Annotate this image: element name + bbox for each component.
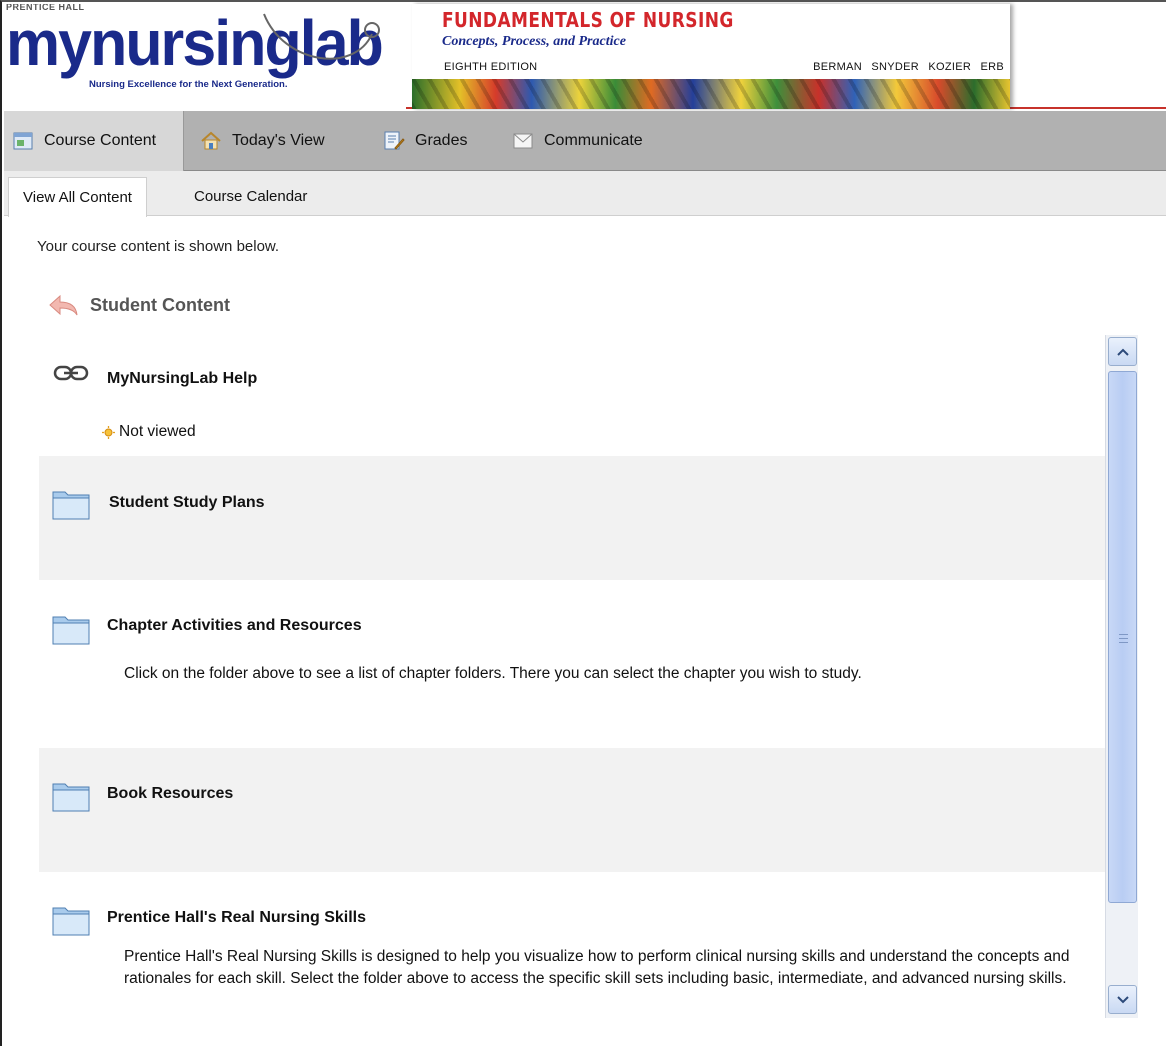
scroll-grip-icon xyxy=(1119,634,1128,643)
nav-label: Today's View xyxy=(232,132,325,149)
book-banner: FUNDAMENTALS OF NURSING Concepts, Proces… xyxy=(412,4,1010,109)
folder-icon[interactable] xyxy=(52,904,90,936)
intro-text: Your course content is shown below. xyxy=(37,238,280,255)
folder-icon[interactable] xyxy=(52,613,90,645)
nav-communicate[interactable]: Communicate xyxy=(512,111,643,171)
nav-todays-view[interactable]: Today's View xyxy=(200,111,325,171)
tab-label: View All Content xyxy=(23,189,132,206)
section-title: Student Content xyxy=(90,294,230,315)
home-icon xyxy=(200,130,222,152)
nav-label: Course Content xyxy=(44,132,157,149)
nav-grades[interactable]: Grades xyxy=(383,111,467,171)
header-banner: PRENTICE HALL mynursinglab Nursing Excel… xyxy=(4,4,1166,109)
chevron-up-icon xyxy=(1116,348,1129,356)
item-title-real-nursing-skills[interactable]: Prentice Hall's Real Nursing Skills xyxy=(107,909,366,927)
folder-icon[interactable] xyxy=(52,780,90,812)
content-tabs: View All Content Course Calendar xyxy=(4,171,1166,217)
sun-status-icon xyxy=(102,425,115,439)
back-arrow-icon xyxy=(49,294,78,316)
book-subtitle: Concepts, Process, and Practice xyxy=(442,34,626,49)
view-status: Not viewed xyxy=(102,423,196,441)
item-title-chapter-activities[interactable]: Chapter Activities and Resources xyxy=(107,617,362,635)
book-cover-art xyxy=(412,79,1010,109)
course-content-icon xyxy=(12,130,34,152)
scroll-up-button[interactable] xyxy=(1108,337,1137,366)
scroll-down-button[interactable] xyxy=(1108,985,1137,1014)
list-item: Book Resources xyxy=(39,748,1105,872)
content-list: MyNursingLab Help Not viewed Student Stu… xyxy=(39,335,1105,1040)
mynursinglab-logo[interactable]: PRENTICE HALL mynursinglab Nursing Excel… xyxy=(4,4,406,109)
scroll-thumb[interactable] xyxy=(1108,371,1137,903)
list-item: Student Study Plans xyxy=(39,456,1105,580)
envelope-icon xyxy=(512,130,534,152)
item-title-book-resources[interactable]: Book Resources xyxy=(107,785,233,803)
grades-icon xyxy=(383,130,405,152)
status-label: Not viewed xyxy=(119,423,196,440)
item-title-mynursinglab-help[interactable]: MyNursingLab Help xyxy=(107,370,257,388)
tab-course-calendar[interactable]: Course Calendar xyxy=(180,177,321,216)
logo-tagline: Nursing Excellence for the Next Generati… xyxy=(89,79,288,90)
list-item: Chapter Activities and Resources Click o… xyxy=(39,580,1105,748)
book-authors: BERMAN SNYDER KOZIER ERB xyxy=(813,61,1004,73)
tab-view-all-content[interactable]: View All Content xyxy=(8,177,147,217)
book-edition: EIGHTH EDITION xyxy=(444,61,538,73)
student-content-back[interactable]: Student Content xyxy=(48,294,230,316)
list-item: Prentice Hall's Real Nursing Skills Pren… xyxy=(39,872,1105,1040)
list-item: MyNursingLab Help Not viewed xyxy=(39,335,1105,455)
nav-label: Communicate xyxy=(544,132,643,149)
item-description: Prentice Hall's Real Nursing Skills is d… xyxy=(124,948,1070,987)
nav-course-content[interactable]: Course Content xyxy=(4,111,184,171)
chevron-down-icon xyxy=(1116,995,1129,1003)
tab-label: Course Calendar xyxy=(194,188,308,205)
folder-icon[interactable] xyxy=(52,488,90,520)
window-frame: PRENTICE HALL mynursinglab Nursing Excel… xyxy=(0,0,1166,1046)
vertical-scrollbar[interactable] xyxy=(1105,335,1138,1018)
link-icon xyxy=(53,365,89,381)
main-nav: Course Content Today's View Grades Commu… xyxy=(4,111,1166,171)
nav-label: Grades xyxy=(415,132,468,149)
item-description: Click on the folder above to see a list … xyxy=(124,665,862,682)
book-title: FUNDAMENTALS OF NURSING xyxy=(442,8,734,32)
item-title-student-study-plans[interactable]: Student Study Plans xyxy=(109,494,265,512)
